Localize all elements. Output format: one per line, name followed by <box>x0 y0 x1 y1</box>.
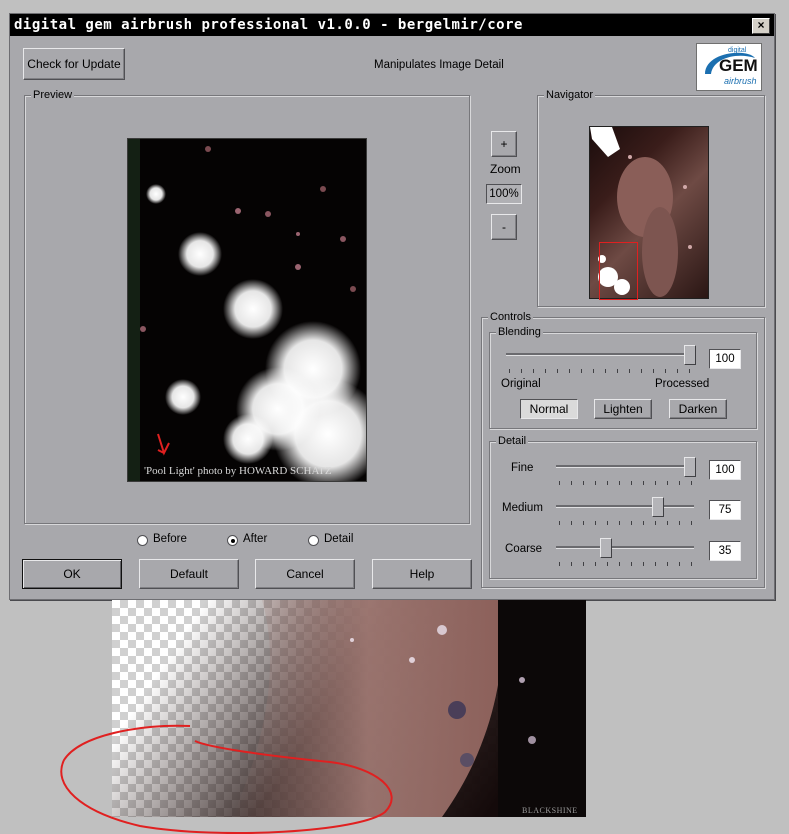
coarse-label: Coarse <box>505 543 543 555</box>
logo-brand: GEM <box>719 56 758 75</box>
detail-radio[interactable] <box>308 535 319 546</box>
fine-value[interactable]: 100 <box>709 460 741 480</box>
close-button[interactable]: × <box>752 18 770 34</box>
zoom-out-button[interactable]: - <box>491 214 517 240</box>
logo-sub: airbrush <box>724 76 757 86</box>
medium-value[interactable]: 75 <box>709 500 741 520</box>
blending-label: Blending <box>496 325 543 339</box>
blend-mode-normal-button[interactable]: Normal <box>520 399 578 419</box>
zoom-in-button[interactable]: + <box>491 131 517 157</box>
result-photo <box>112 600 586 817</box>
blending-value[interactable]: 100 <box>709 349 741 369</box>
before-radio[interactable] <box>137 535 148 546</box>
coarse-slider-ticks <box>559 562 692 566</box>
blending-left-label: Original <box>501 378 541 390</box>
navigator-label: Navigator <box>544 88 596 102</box>
after-radio[interactable] <box>227 535 238 546</box>
blending-right-label: Processed <box>655 378 710 390</box>
preview-caption: 'Pool Light' photo by HOWARD SCHATZ <box>144 465 332 477</box>
blending-slider-thumb[interactable] <box>684 345 696 365</box>
medium-slider-ticks <box>559 521 692 525</box>
medium-slider-track[interactable] <box>556 505 694 508</box>
result-image: BLACKSHINE <box>112 600 586 817</box>
help-button[interactable]: Help <box>372 559 472 589</box>
fine-slider-ticks <box>559 481 692 485</box>
zoom-label: Zoom <box>490 162 521 176</box>
detail-radio-label[interactable]: Detail <box>324 533 353 545</box>
fine-label: Fine <box>511 462 534 474</box>
blend-mode-lighten-button[interactable]: Lighten <box>594 399 652 419</box>
before-radio-label[interactable]: Before <box>153 533 187 545</box>
logo-small-text: digital <box>728 47 747 54</box>
dialog-subtitle: Manipulates Image Detail <box>374 59 504 71</box>
medium-label: Medium <box>502 502 543 514</box>
window-title: digital gem airbrush professional v1.0.0… <box>14 17 523 33</box>
controls-label: Controls <box>488 310 533 324</box>
check-for-update-button[interactable]: Check for Update <box>23 48 125 80</box>
coarse-slider-thumb[interactable] <box>600 538 612 558</box>
ok-button[interactable]: OK <box>22 559 122 589</box>
preview-label: Preview <box>31 88 75 102</box>
result-watermark: BLACKSHINE <box>522 806 578 815</box>
default-button[interactable]: Default <box>139 559 239 589</box>
gem-logo: digital GEM airbrush <box>696 43 762 91</box>
blending-slider-ticks <box>509 369 690 373</box>
navigator-viewport-box[interactable] <box>599 242 638 300</box>
coarse-value[interactable]: 35 <box>709 541 741 561</box>
preview-photo <box>128 139 366 481</box>
coarse-slider-track[interactable] <box>556 546 694 549</box>
preview-image[interactable]: 'Pool Light' photo by HOWARD SCHATZ <box>127 138 367 482</box>
detail-label: Detail <box>496 434 529 448</box>
fine-slider-track[interactable] <box>556 465 694 468</box>
airbrush-dialog: digital gem airbrush professional v1.0.0… <box>9 13 775 600</box>
medium-slider-thumb[interactable] <box>652 497 664 517</box>
blend-mode-darken-button[interactable]: Darken <box>669 399 727 419</box>
fine-slider-thumb[interactable] <box>684 457 696 477</box>
cancel-button[interactable]: Cancel <box>255 559 355 589</box>
blending-slider-track[interactable] <box>506 353 694 356</box>
title-bar[interactable]: digital gem airbrush professional v1.0.0… <box>10 14 774 36</box>
after-radio-label[interactable]: After <box>243 533 267 545</box>
zoom-value: 100% <box>486 184 522 204</box>
